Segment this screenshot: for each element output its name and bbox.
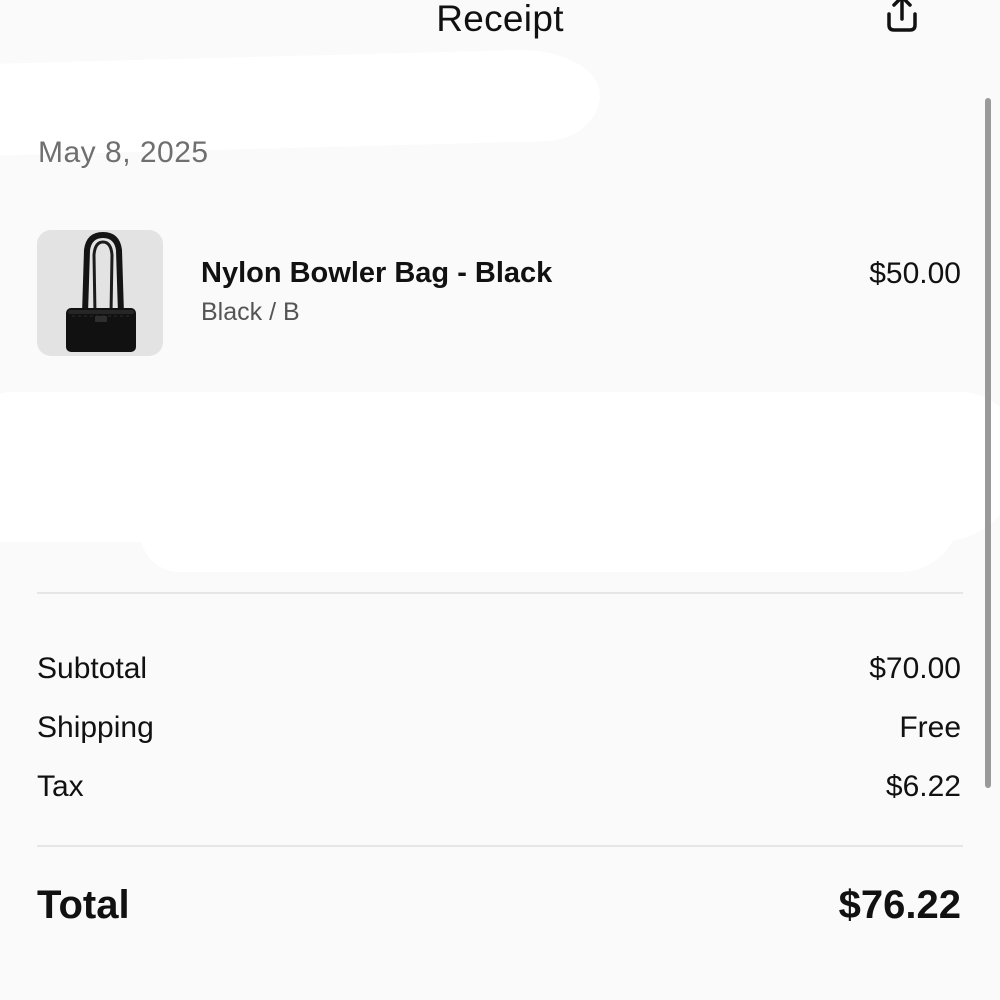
receipt-screen: Receipt May 8, 2025 Nylon Bowler Bag - B… (0, 0, 1000, 1000)
share-upload-icon (880, 0, 924, 41)
item-variant: Black / B (201, 298, 300, 326)
order-date: May 8, 2025 (38, 136, 209, 169)
product-thumbnail[interactable] (37, 230, 163, 356)
redaction-mark (140, 480, 960, 572)
total-value: $76.22 (838, 883, 961, 927)
subtotal-value: $70.00 (869, 652, 961, 685)
share-button[interactable] (876, 0, 928, 40)
tax-value: $6.22 (885, 770, 961, 803)
page-title: Receipt (436, 0, 564, 39)
divider (37, 845, 963, 847)
item-price: $50.00 (869, 257, 961, 290)
divider (37, 592, 963, 594)
scrollbar[interactable] (985, 98, 991, 788)
total-label: Total (37, 883, 130, 927)
shipping-label: Shipping (37, 711, 154, 744)
subtotal-label: Subtotal (37, 652, 148, 685)
tax-label: Tax (37, 770, 84, 803)
shipping-value: Free (899, 711, 961, 744)
black-bowler-bag-image (66, 231, 136, 352)
item-name[interactable]: Nylon Bowler Bag - Black (201, 257, 552, 290)
